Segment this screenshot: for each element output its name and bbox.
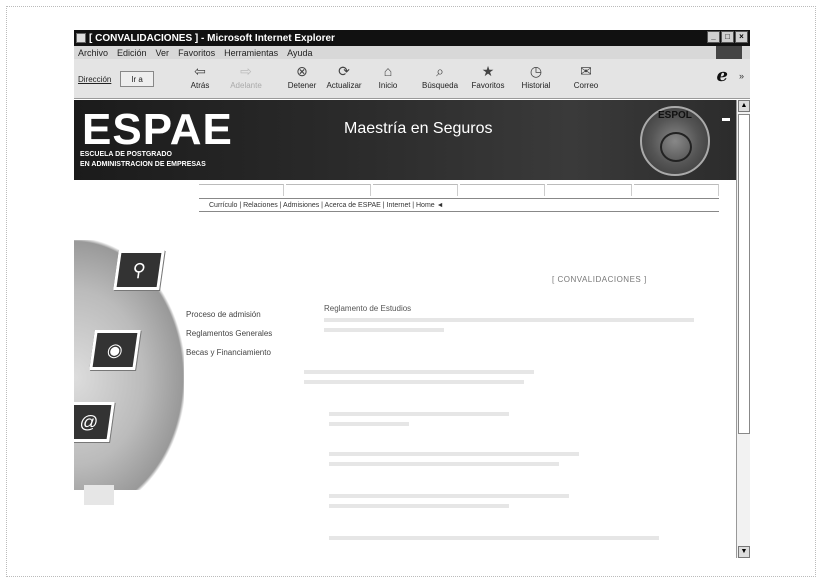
text-line	[329, 494, 569, 498]
text-line	[304, 380, 524, 384]
side-menu-reglamentos[interactable]: Reglamentos Generales	[186, 324, 272, 343]
seal-label: ESPOL	[658, 110, 692, 121]
stop-icon: ⊗	[296, 63, 308, 79]
windows-flag-icon	[716, 46, 742, 59]
scroll-down-button[interactable]: ▼	[738, 546, 750, 558]
mail-icon: ✉	[580, 63, 592, 79]
history-icon: ◷	[529, 63, 543, 79]
refresh-button[interactable]: ⟳ Actualizar	[322, 62, 366, 96]
program-title: Maestría en Seguros	[344, 120, 493, 137]
favorites-icon: ★	[481, 63, 495, 79]
home-button[interactable]: ⌂ Inicio	[366, 62, 410, 96]
at-sign-tile-icon[interactable]: @	[74, 402, 115, 442]
minimize-button[interactable]: _	[707, 31, 720, 43]
banner-marker	[722, 118, 730, 121]
nav-item-6[interactable]	[634, 184, 719, 196]
faded-graphic	[84, 485, 114, 505]
window-controls: _ □ ×	[707, 31, 748, 43]
go-label: Ir a	[131, 74, 143, 84]
nav-item-5[interactable]	[547, 184, 632, 196]
text-line	[329, 452, 579, 456]
site-banner: ESPAE ESCUELA DE POSTGRADO EN ADMINISTRA…	[74, 100, 736, 180]
breadcrumb-nav[interactable]: Currículo | Relaciones | Admisiones | Ac…	[199, 198, 719, 212]
espae-logo[interactable]: ESPAE	[82, 108, 233, 152]
back-arrow-icon: ⇦	[194, 63, 206, 79]
stop-button[interactable]: ⊗ Detener	[280, 62, 324, 96]
page-content: ESPAE ESCUELA DE POSTGRADO EN ADMINISTRA…	[74, 100, 736, 558]
search-icon: ⌕	[436, 63, 444, 79]
forward-arrow-icon: ⇨	[240, 63, 252, 79]
back-button[interactable]: ⇦ Atrás	[178, 62, 222, 96]
text-line	[324, 328, 444, 332]
address-label: Dirección	[78, 75, 112, 84]
side-menu-becas[interactable]: Becas y Financiamiento	[186, 343, 272, 362]
favorites-button[interactable]: ★ Favoritos	[466, 62, 510, 96]
browser-window: [ CONVALIDACIONES ] - Microsoft Internet…	[74, 30, 750, 558]
ie-logo-icon: e	[716, 65, 728, 86]
seal-emblem	[660, 132, 692, 162]
text-line	[329, 412, 509, 416]
go-button[interactable]: Ir a	[120, 71, 154, 87]
nav-item-4[interactable]	[460, 184, 545, 196]
menu-ayuda[interactable]: Ayuda	[287, 48, 312, 58]
forward-button[interactable]: ⇨ Adelante	[224, 62, 268, 96]
nav-item-3[interactable]	[373, 184, 458, 196]
menu-favoritos[interactable]: Favoritos	[178, 48, 215, 58]
nav-item-2[interactable]	[286, 184, 371, 196]
logo-subtitle: ESCUELA DE POSTGRADO EN ADMINISTRACION D…	[80, 151, 206, 168]
text-line	[329, 422, 409, 426]
text-line	[329, 536, 659, 540]
mail-button[interactable]: ✉ Correo	[564, 62, 608, 96]
text-line	[324, 318, 694, 322]
ie-app-icon	[76, 33, 86, 43]
nav-item-1[interactable]	[199, 184, 284, 196]
globe-tile-icon[interactable]: ◉	[89, 330, 141, 370]
title-bar: [ CONVALIDACIONES ] - Microsoft Internet…	[74, 30, 750, 46]
text-line	[329, 504, 509, 508]
content-title: Reglamento de Estudios	[324, 304, 412, 313]
top-nav	[199, 184, 719, 196]
menu-herramientas[interactable]: Herramientas	[224, 48, 278, 58]
side-menu-admision[interactable]: Proceso de admisión	[186, 305, 272, 324]
refresh-icon: ⟳	[338, 63, 350, 79]
text-line	[304, 370, 534, 374]
side-menu: Proceso de admisión Reglamentos Generale…	[186, 305, 272, 362]
history-button[interactable]: ◷ Historial	[514, 62, 558, 96]
scroll-up-button[interactable]: ▲	[738, 100, 750, 112]
section-heading: [ CONVALIDACIONES ]	[552, 275, 647, 284]
menu-edicion[interactable]: Edición	[117, 48, 147, 58]
maximize-button[interactable]: □	[721, 31, 734, 43]
menu-archivo[interactable]: Archivo	[78, 48, 108, 58]
close-button[interactable]: ×	[735, 31, 748, 43]
toolbar: Dirección Ir a ⇦ Atrás ⇨ Adelante ⊗ Dete…	[74, 59, 750, 99]
text-line	[329, 462, 559, 466]
menu-ver[interactable]: Ver	[156, 48, 170, 58]
window-title: [ CONVALIDACIONES ] - Microsoft Internet…	[89, 32, 335, 44]
magnifier-tile-icon[interactable]: ⚲	[113, 250, 165, 290]
more-chevron-icon[interactable]: »	[739, 71, 744, 81]
menu-bar: Archivo Edición Ver Favoritos Herramient…	[74, 46, 750, 59]
search-button[interactable]: ⌕ Búsqueda	[418, 62, 462, 96]
home-icon: ⌂	[383, 63, 393, 79]
vertical-scrollbar[interactable]: ▲ ▼	[736, 100, 750, 558]
scroll-thumb[interactable]	[738, 114, 750, 434]
